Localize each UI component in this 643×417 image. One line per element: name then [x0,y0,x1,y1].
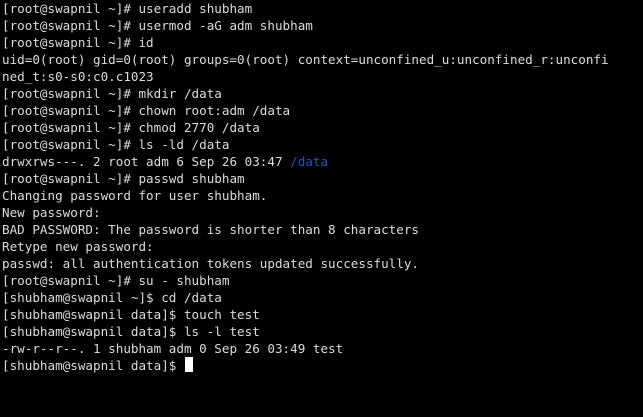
terminal-line-text: BAD PASSWORD: The password is shorter th… [2,222,420,237]
terminal-line-text: [root@swapnil ~]# su - shubham [2,273,230,288]
terminal-line: [root@swapnil ~]# usermod -aG adm shubha… [2,17,643,34]
terminal-line-text: [root@swapnil ~]# chown root:adm /data [2,103,291,118]
terminal-line: uid=0(root) gid=0(root) groups=0(root) c… [2,51,643,68]
terminal-line-text: [root@swapnil ~]# useradd shubham [2,1,253,16]
terminal-line-text: Changing password for user shubham. [2,188,268,203]
terminal-line-text: ned_t:s0-s0:c0.c1023 [2,69,154,84]
terminal-line: [root@swapnil ~]# chown root:adm /data [2,102,643,119]
terminal-line-text: [root@swapnil ~]# ls -ld /data [2,137,230,152]
terminal-line: ned_t:s0-s0:c0.c1023 [2,68,643,85]
terminal-line-text: Retype new password: [2,239,154,254]
terminal-line-text: drwxrws---. 2 root adm 6 Sep 26 03:47 [2,154,291,169]
terminal-line: [root@swapnil ~]# su - shubham [2,272,643,289]
terminal-line-text: passwd: all authentication tokens update… [2,256,420,271]
terminal-line: Retype new password: [2,238,643,255]
terminal-line-text: -rw-r--r--. 1 shubham adm 0 Sep 26 03:49… [2,341,344,356]
terminal-line: [root@swapnil ~]# id [2,34,643,51]
terminal-line: BAD PASSWORD: The password is shorter th… [2,221,643,238]
terminal-line: -rw-r--r--. 1 shubham adm 0 Sep 26 03:49… [2,340,643,357]
terminal-line-text: [root@swapnil ~]# passwd shubham [2,171,245,186]
terminal-line-text: [root@swapnil ~]# chmod 2770 /data [2,120,260,135]
terminal-line-text: New password: [2,205,101,220]
terminal-line: drwxrws---. 2 root adm 6 Sep 26 03:47 /d… [2,153,643,170]
terminal-line: [shubham@swapnil data]$ ls -l test [2,323,643,340]
terminal-line: [shubham@swapnil ~]$ cd /data [2,289,643,306]
terminal-line: [root@swapnil ~]# useradd shubham [2,0,643,17]
terminal-line-text: [shubham@swapnil ~]$ cd /data [2,290,222,305]
terminal-line: [root@swapnil ~]# passwd shubham [2,170,643,187]
terminal-line-text: [root@swapnil ~]# mkdir /data [2,86,222,101]
terminal-line-text: [shubham@swapnil data]$ touch test [2,307,260,322]
terminal-line-text: [root@swapnil ~]# id [2,35,154,50]
terminal-line-text: [shubham@swapnil data]$ ls -l test [2,324,260,339]
terminal-window[interactable]: [root@swapnil ~]# useradd shubham [root@s… [0,0,643,417]
directory-name-highlight: /data [290,154,329,169]
terminal-line: New password: [2,204,643,221]
terminal-line: [shubham@swapnil data]$ touch test [2,306,643,323]
terminal-line: Changing password for user shubham. [2,187,643,204]
terminal-output: [root@swapnil ~]# useradd shubham [root@s… [2,0,643,374]
terminal-line: [root@swapnil ~]# ls -ld /data [2,136,643,153]
terminal-line-text: uid=0(root) gid=0(root) groups=0(root) c… [2,52,609,67]
terminal-line: [root@swapnil ~]# mkdir /data [2,85,643,102]
terminal-line-text: [root@swapnil ~]# usermod -aG adm shubha… [2,18,313,33]
terminal-line: [root@swapnil ~]# chmod 2770 /data [2,119,643,136]
terminal-cursor[interactable] [184,357,193,372]
terminal-line: [shubham@swapnil data]$ [2,357,643,374]
terminal-line: passwd: all authentication tokens update… [2,255,643,272]
terminal-line-text: [shubham@swapnil data]$ [2,358,184,373]
